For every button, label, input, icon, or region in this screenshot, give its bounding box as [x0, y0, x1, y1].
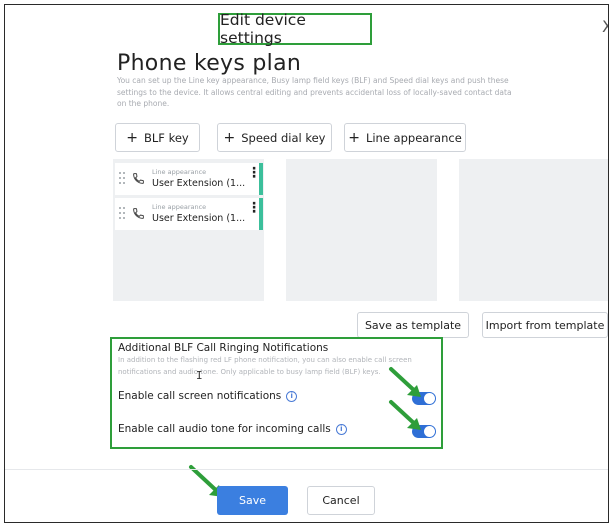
dialog: Edit device settings X Phone keys plan Y…	[4, 4, 609, 523]
cancel-button[interactable]: Cancel	[307, 486, 375, 515]
call-screen-notifications-setting: Enable call screen notifications i	[118, 390, 298, 402]
add-speed-dial-key-button[interactable]: + Speed dial key	[217, 123, 332, 152]
add-blf-key-label: BLF key	[144, 130, 189, 145]
key-type-label: Line appearance	[152, 203, 207, 211]
add-blf-key-button[interactable]: + BLF key	[115, 123, 200, 152]
call-audio-tone-label: Enable call audio tone for incoming call…	[118, 423, 331, 435]
close-icon[interactable]: X	[602, 17, 608, 36]
add-speed-dial-key-label: Speed dial key	[241, 130, 326, 145]
import-from-template-button[interactable]: Import from template	[482, 312, 608, 338]
key-type-label: Line appearance	[152, 168, 207, 176]
footer-divider	[5, 469, 608, 470]
call-audio-tone-setting: Enable call audio tone for incoming call…	[118, 423, 347, 435]
call-screen-notifications-label: Enable call screen notifications	[118, 390, 282, 402]
page-title: Phone keys plan	[117, 51, 302, 76]
add-line-appearance-button[interactable]: + Line appearance	[344, 123, 466, 152]
keys-column-3	[459, 159, 608, 301]
phone-icon	[133, 173, 144, 184]
info-icon[interactable]: i	[335, 423, 347, 435]
drag-handle-icon[interactable]	[119, 207, 127, 221]
key-name-label: User Extension (1...	[152, 178, 246, 189]
key-card[interactable]: Line appearance User Extension (1... ⋮	[115, 163, 263, 195]
annotation-arrow-icon	[389, 400, 421, 430]
key-card[interactable]: Line appearance User Extension (1... ⋮	[115, 198, 263, 230]
text-cursor-icon: I	[196, 369, 203, 382]
page-description: You can set up the Line key appearance, …	[117, 76, 512, 108]
annotation-arrow-icon	[389, 367, 421, 397]
plus-icon: +	[126, 129, 139, 146]
plus-icon: +	[348, 129, 360, 146]
key-name-label: User Extension (1...	[152, 213, 246, 224]
phone-icon	[133, 208, 144, 219]
more-options-icon[interactable]: ⋮	[247, 201, 261, 215]
save-as-template-button[interactable]: Save as template	[357, 312, 469, 338]
blf-notifications-title: Additional BLF Call Ringing Notification…	[118, 342, 329, 354]
info-icon[interactable]: i	[286, 390, 298, 402]
dialog-title: Edit device settings	[218, 11, 372, 47]
more-options-icon[interactable]: ⋮	[247, 166, 261, 180]
save-button[interactable]: Save	[217, 486, 288, 515]
plus-icon: +	[223, 129, 236, 146]
drag-handle-icon[interactable]	[119, 172, 127, 186]
add-line-appearance-label: Line appearance	[365, 130, 462, 145]
keys-column-2	[286, 159, 437, 301]
